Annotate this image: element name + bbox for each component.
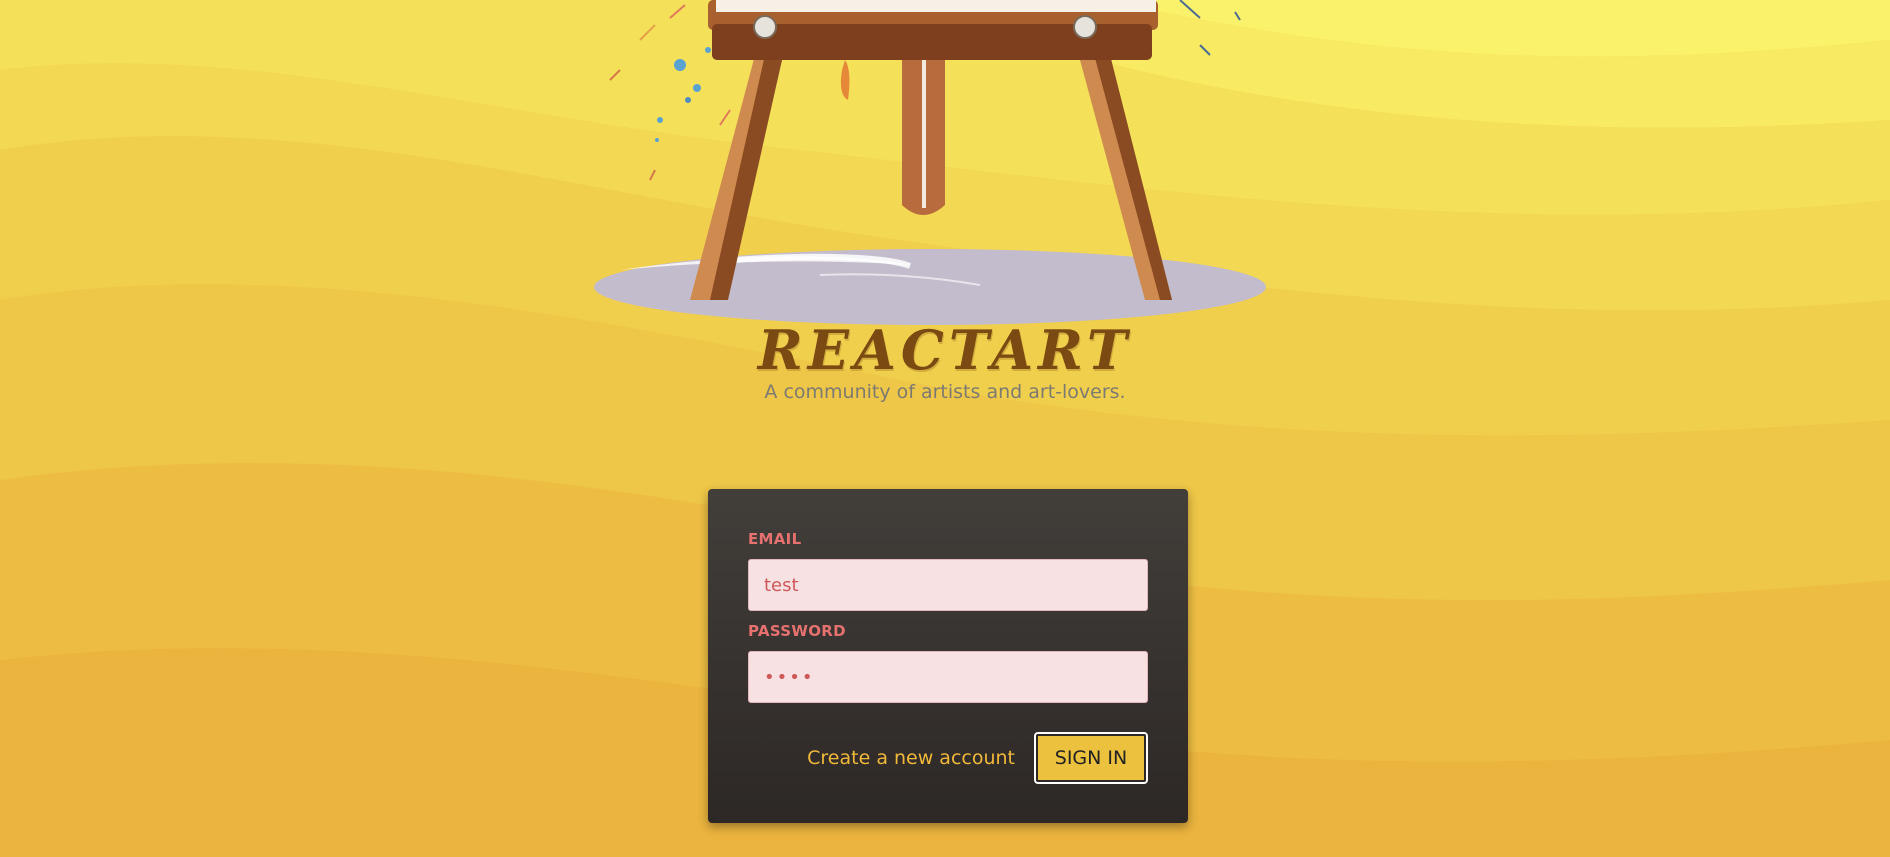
painting-easel-illustration — [594, 0, 1266, 325]
password-field[interactable] — [748, 651, 1148, 703]
app-title: REACTART — [757, 318, 1133, 382]
email-field[interactable] — [748, 559, 1148, 611]
email-label: EMAIL — [748, 530, 802, 548]
app-tagline: A community of artists and art-lovers. — [764, 381, 1126, 403]
sign-in-form: EMAIL PASSWORD Create a new account SIGN… — [708, 489, 1188, 823]
create-account-link[interactable]: Create a new account — [807, 747, 1015, 769]
password-label: PASSWORD — [748, 622, 846, 640]
sign-in-button[interactable]: SIGN IN — [1034, 732, 1148, 784]
